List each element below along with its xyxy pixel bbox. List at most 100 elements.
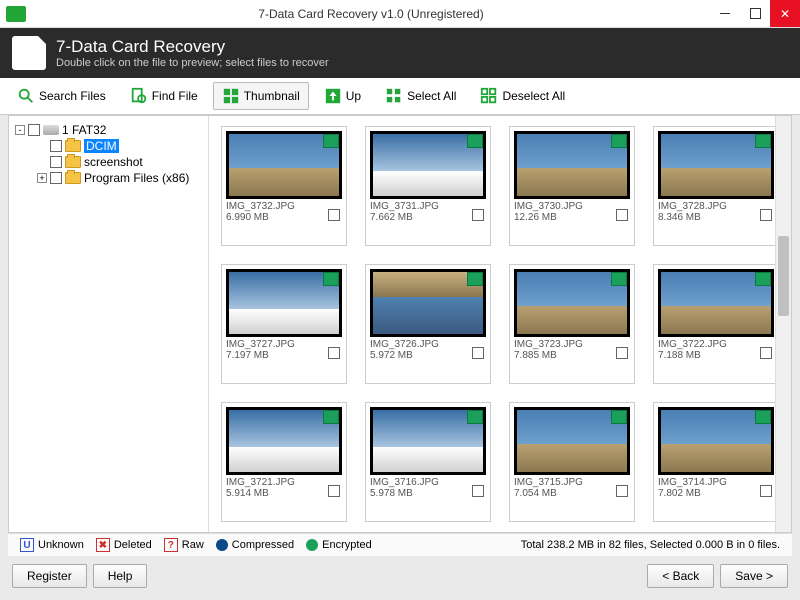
- file-checkbox[interactable]: [328, 209, 340, 221]
- thumbnail-info: IMG_3726.JPG5.972 MB: [370, 337, 486, 361]
- file-checkbox[interactable]: [616, 347, 628, 359]
- tree-label: Program Files (x86): [84, 171, 189, 185]
- tree-folder-row[interactable]: DCIM: [13, 138, 204, 154]
- folder-icon: [65, 156, 81, 168]
- file-size: 7.885 MB: [514, 350, 630, 361]
- tree-checkbox[interactable]: [50, 172, 62, 184]
- thumbnail-info: IMG_3731.JPG7.662 MB: [370, 199, 486, 223]
- tree-label: screenshot: [84, 155, 143, 169]
- file-name: IMG_3732.JPG: [226, 201, 342, 212]
- vertical-scrollbar[interactable]: [775, 116, 791, 532]
- file-checkbox[interactable]: [472, 347, 484, 359]
- tree-checkbox[interactable]: [50, 140, 62, 152]
- thumbnail-item[interactable]: IMG_3726.JPG5.972 MB: [365, 264, 491, 384]
- file-type-badge: [755, 272, 771, 286]
- compressed-icon: [216, 539, 228, 551]
- thumbnail-image: [514, 407, 630, 475]
- file-type-badge: [467, 272, 483, 286]
- file-size: 5.978 MB: [370, 488, 486, 499]
- header: 7-Data Card Recovery Double click on the…: [0, 28, 800, 78]
- find-file-button[interactable]: Find File: [121, 82, 207, 110]
- thumbnail-icon: [222, 87, 240, 105]
- tree-folder-row[interactable]: + Program Files (x86): [13, 170, 204, 186]
- thumbnail-item[interactable]: IMG_3731.JPG7.662 MB: [365, 126, 491, 246]
- close-button[interactable]: [770, 0, 800, 27]
- file-checkbox[interactable]: [760, 347, 772, 359]
- window-controls: [710, 0, 800, 27]
- maximize-button[interactable]: [740, 0, 770, 27]
- thumbnail-info: IMG_3715.JPG7.054 MB: [514, 475, 630, 499]
- file-name: IMG_3715.JPG: [514, 477, 630, 488]
- file-size: 7.188 MB: [658, 350, 774, 361]
- toolbar-label: Up: [346, 89, 361, 103]
- tree-checkbox[interactable]: [28, 124, 40, 136]
- thumbnail-info: IMG_3730.JPG12.26 MB: [514, 199, 630, 223]
- thumbnail-item[interactable]: IMG_3722.JPG7.188 MB: [653, 264, 779, 384]
- thumbnail-info: IMG_3723.JPG7.885 MB: [514, 337, 630, 361]
- thumbnail-image: [226, 407, 342, 475]
- file-size: 7.054 MB: [514, 488, 630, 499]
- thumbnail-info: IMG_3728.JPG8.346 MB: [658, 199, 774, 223]
- tree-checkbox[interactable]: [50, 156, 62, 168]
- save-button[interactable]: Save >: [720, 564, 788, 588]
- tree-label: 1 FAT32: [62, 123, 106, 137]
- raw-icon: ?: [164, 538, 178, 552]
- thumbnail-info: IMG_3716.JPG5.978 MB: [370, 475, 486, 499]
- deselect-all-icon: [480, 87, 498, 105]
- legend-compressed: Compressed: [216, 539, 294, 551]
- legend-encrypted: Encrypted: [306, 539, 372, 551]
- file-checkbox[interactable]: [760, 485, 772, 497]
- thumbnail-item[interactable]: IMG_3714.JPG7.802 MB: [653, 402, 779, 522]
- legend-raw: ?Raw: [164, 538, 204, 552]
- help-button[interactable]: Help: [93, 564, 148, 588]
- thumbnail-item[interactable]: IMG_3715.JPG7.054 MB: [509, 402, 635, 522]
- collapse-icon[interactable]: -: [15, 125, 25, 135]
- titlebar: 7-Data Card Recovery v1.0 (Unregistered): [0, 0, 800, 28]
- thumbnail-item[interactable]: IMG_3728.JPG8.346 MB: [653, 126, 779, 246]
- toolbar-label: Select All: [407, 89, 456, 103]
- search-files-button[interactable]: Search Files: [8, 82, 115, 110]
- file-type-badge: [755, 410, 771, 424]
- thumbnail-item[interactable]: IMG_3730.JPG12.26 MB: [509, 126, 635, 246]
- minimize-button[interactable]: [710, 0, 740, 27]
- file-type-badge: [611, 272, 627, 286]
- up-button[interactable]: Up: [315, 82, 370, 110]
- thumbnail-grid: IMG_3732.JPG6.990 MB IMG_3731.JPG7.662 MB…: [209, 116, 791, 532]
- file-size: 7.662 MB: [370, 212, 486, 223]
- thumbnail-item[interactable]: IMG_3721.JPG5.914 MB: [221, 402, 347, 522]
- search-icon: [17, 87, 35, 105]
- tree-drive-row[interactable]: - 1 FAT32: [13, 122, 204, 138]
- thumbnail-button[interactable]: Thumbnail: [213, 82, 309, 110]
- file-checkbox[interactable]: [616, 209, 628, 221]
- thumbnail-item[interactable]: IMG_3732.JPG6.990 MB: [221, 126, 347, 246]
- file-name: IMG_3716.JPG: [370, 477, 486, 488]
- file-checkbox[interactable]: [328, 485, 340, 497]
- find-file-icon: [130, 87, 148, 105]
- file-checkbox[interactable]: [472, 209, 484, 221]
- file-checkbox[interactable]: [472, 485, 484, 497]
- thumbnail-item[interactable]: IMG_3727.JPG7.197 MB: [221, 264, 347, 384]
- thumbnail-item[interactable]: IMG_3723.JPG7.885 MB: [509, 264, 635, 384]
- register-button[interactable]: Register: [12, 564, 87, 588]
- file-type-badge: [323, 272, 339, 286]
- thumbnail-image: [658, 407, 774, 475]
- scrollbar-handle[interactable]: [778, 236, 789, 316]
- thumbnail-image: [226, 131, 342, 199]
- deselect-all-button[interactable]: Deselect All: [471, 82, 574, 110]
- file-type-badge: [323, 134, 339, 148]
- thumbnail-item[interactable]: IMG_3716.JPG5.978 MB: [365, 402, 491, 522]
- up-icon: [324, 87, 342, 105]
- file-checkbox[interactable]: [328, 347, 340, 359]
- back-button[interactable]: < Back: [647, 564, 714, 588]
- thumbnail-pane: IMG_3732.JPG6.990 MB IMG_3731.JPG7.662 MB…: [209, 116, 791, 532]
- tree-folder-row[interactable]: screenshot: [13, 154, 204, 170]
- file-name: IMG_3723.JPG: [514, 339, 630, 350]
- thumbnail-image: [658, 131, 774, 199]
- thumbnail-info: IMG_3727.JPG7.197 MB: [226, 337, 342, 361]
- file-checkbox[interactable]: [760, 209, 772, 221]
- file-checkbox[interactable]: [616, 485, 628, 497]
- select-all-button[interactable]: Select All: [376, 82, 465, 110]
- app-subtitle: Double click on the file to preview; sel…: [56, 57, 329, 69]
- file-type-badge: [611, 410, 627, 424]
- expand-icon[interactable]: +: [37, 173, 47, 183]
